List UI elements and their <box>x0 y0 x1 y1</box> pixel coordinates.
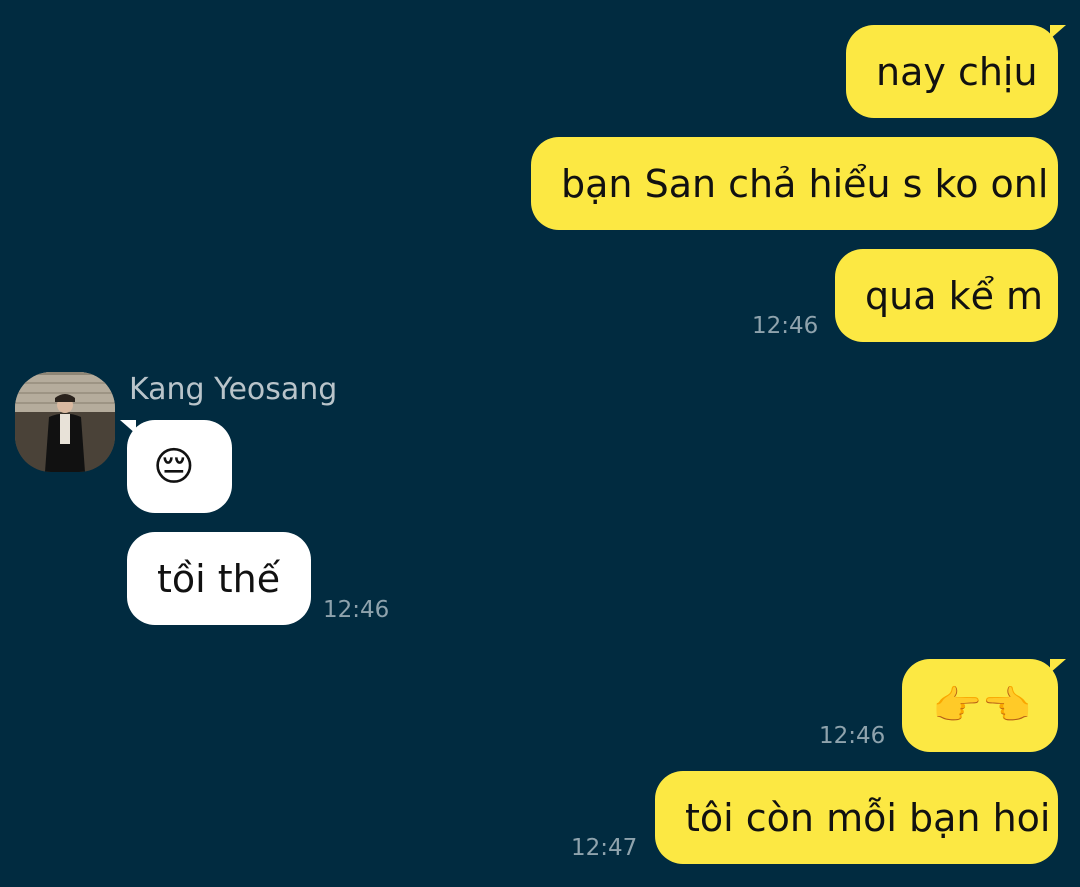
message-timestamp: 12:47 <box>571 835 638 861</box>
message-text: tồi thế <box>157 556 281 601</box>
avatar[interactable] <box>15 372 115 472</box>
bubble-tail <box>1050 25 1066 39</box>
message-text: qua kể m <box>865 273 1044 318</box>
message-text: nay chịu <box>876 49 1038 94</box>
bubble-tail <box>1050 659 1066 673</box>
incoming-message-bubble[interactable]: 😔 <box>127 420 232 513</box>
avatar-photo <box>15 372 115 472</box>
bubble-tail <box>120 420 136 434</box>
outgoing-message-bubble[interactable]: 👉👈 <box>902 659 1058 752</box>
pensive-face-emoji: 😔 <box>153 443 195 490</box>
pointing-fingers-emoji: 👉👈 <box>932 683 1032 729</box>
message-text: tôi còn mỗi bạn hoi <box>685 795 1051 840</box>
message-timestamp: 12:46 <box>323 597 390 623</box>
outgoing-message-bubble[interactable]: qua kể m <box>835 249 1058 342</box>
outgoing-message-bubble[interactable]: bạn San chả hiểu s ko onl <box>531 137 1058 230</box>
outgoing-message-bubble[interactable]: nay chịu <box>846 25 1058 118</box>
message-text: bạn San chả hiểu s ko onl <box>561 161 1049 206</box>
message-timestamp: 12:46 <box>752 313 819 339</box>
outgoing-message-bubble[interactable]: tôi còn mỗi bạn hoi <box>655 771 1058 864</box>
message-timestamp: 12:46 <box>819 723 886 749</box>
incoming-message-bubble[interactable]: tồi thế <box>127 532 311 625</box>
sender-name: Kang Yeosang <box>129 372 338 407</box>
